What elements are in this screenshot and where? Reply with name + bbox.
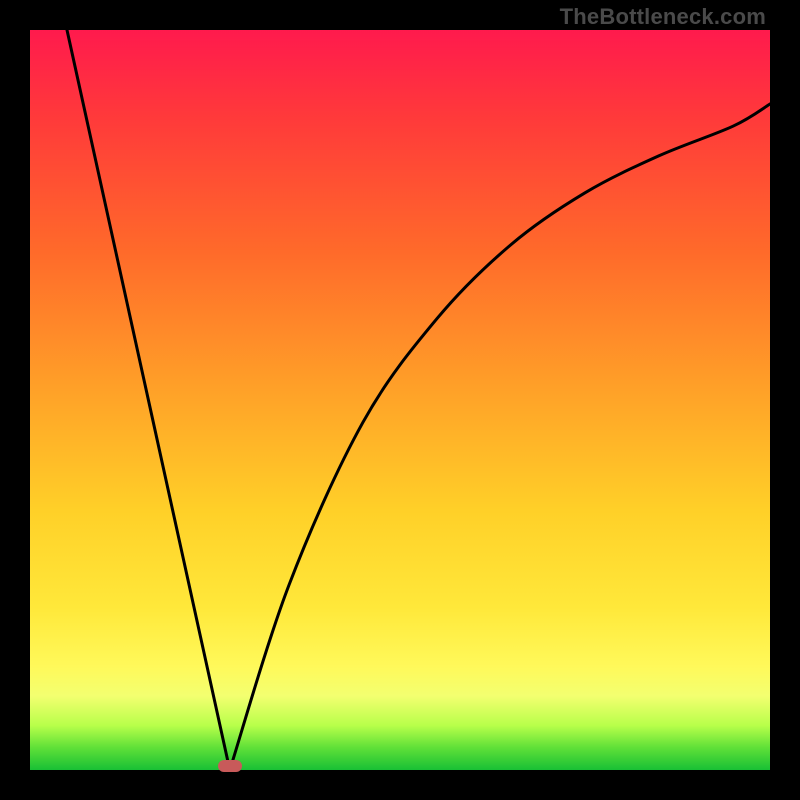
chart-frame: TheBottleneck.com [0, 0, 800, 800]
plot-area [30, 30, 770, 770]
bottleneck-curve-svg [30, 30, 770, 770]
valley-marker [218, 760, 242, 772]
curve-left-branch [67, 30, 230, 770]
watermark-text: TheBottleneck.com [560, 4, 766, 30]
curve-right-branch [230, 104, 770, 770]
